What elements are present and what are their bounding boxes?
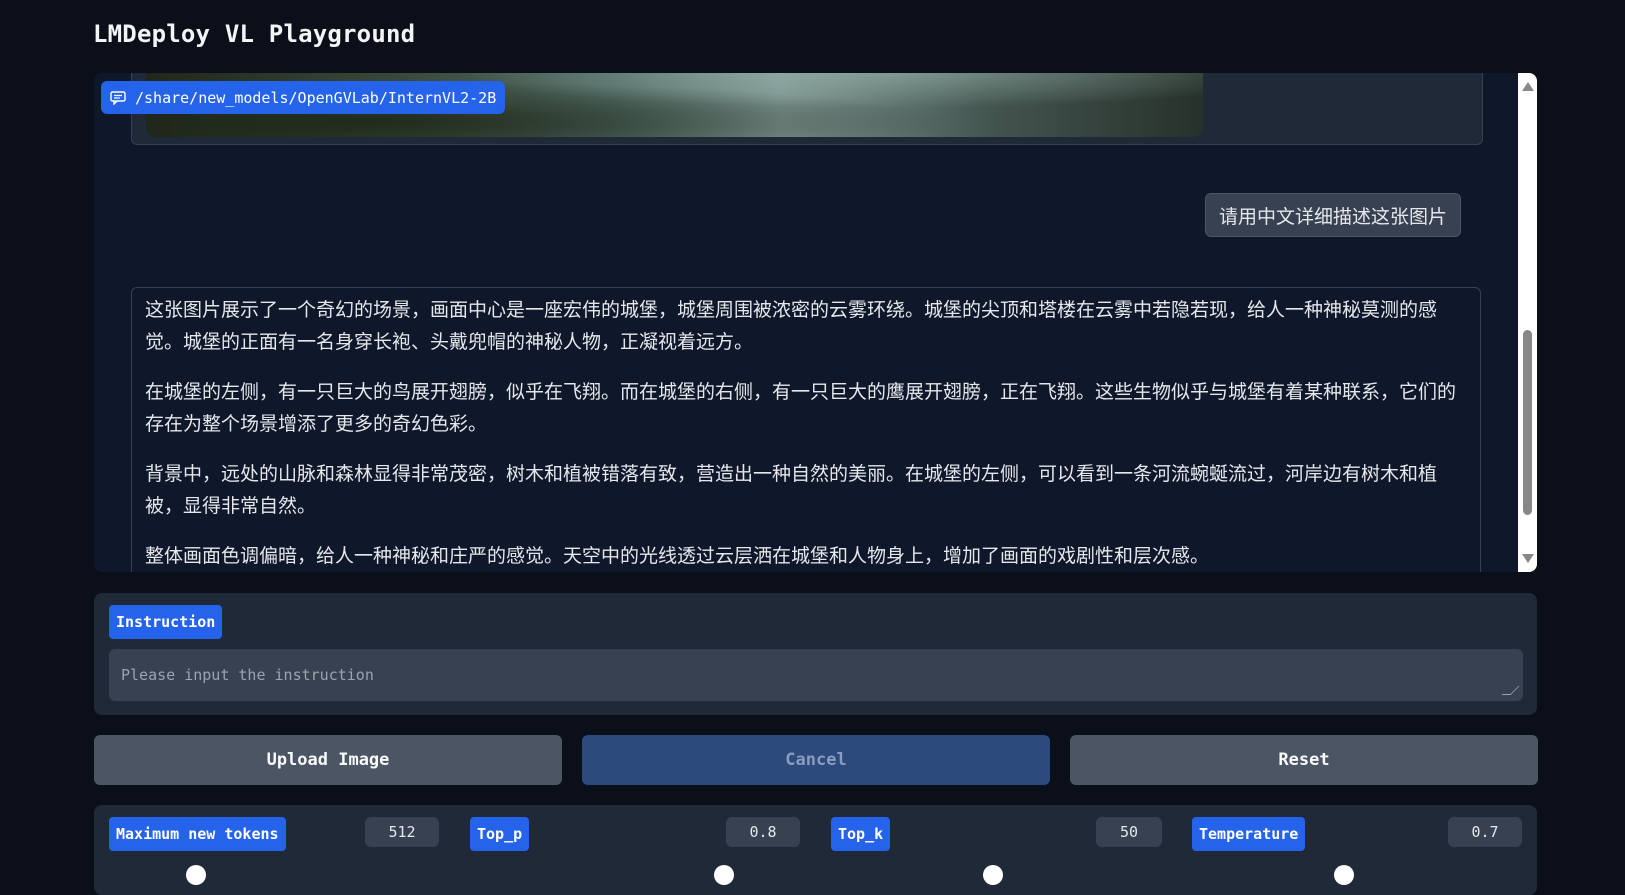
chatbot-panel[interactable]: /share/new_models/OpenGVLab/InternVL2-2B… [94, 73, 1537, 572]
temperature-slider-knob[interactable] [1334, 865, 1354, 885]
max-new-tokens-value[interactable]: 512 [365, 817, 439, 847]
max-new-tokens-slider-knob[interactable] [186, 865, 206, 885]
page-title: LMDeploy VL Playground [93, 20, 416, 48]
top-p-slider-knob[interactable] [714, 865, 734, 885]
reset-button[interactable]: Reset [1070, 735, 1538, 785]
top-p-label: Top_p [470, 817, 530, 851]
model-label-badge: /share/new_models/OpenGVLab/InternVL2-2B [101, 81, 506, 114]
assistant-paragraph: 这张图片展示了一个奇幻的场景，画面中心是一座宏伟的城堡，城堡周围被浓密的云雾环绕… [145, 299, 1438, 353]
chat-scrollbar[interactable] [1518, 73, 1537, 572]
temperature-value[interactable]: 0.7 [1448, 817, 1522, 847]
cancel-button[interactable]: Cancel [582, 735, 1050, 785]
instruction-input[interactable] [109, 649, 1523, 701]
top-k-value[interactable]: 50 [1096, 817, 1162, 847]
temperature-label: Temperature [1192, 817, 1306, 851]
params-panel: Maximum new tokens 512 Top_p 0.8 Top_k 5… [94, 805, 1537, 895]
model-label: /share/new_models/OpenGVLab/InternVL2-2B [135, 88, 497, 107]
instruction-label: Instruction [109, 605, 223, 639]
user-message: 请用中文详细描述这张图片 [1204, 193, 1461, 237]
assistant-paragraph: 背景中，远处的山脉和森林显得非常茂密，树木和植被错落有致，营造出一种自然的美丽。… [145, 463, 1438, 517]
top-k-label: Top_k [831, 817, 891, 851]
chat-bubble-icon [110, 90, 126, 105]
top-k-slider-knob[interactable] [983, 865, 1003, 885]
scrollbar-thumb[interactable] [1523, 330, 1532, 515]
scroll-up-arrow-icon[interactable] [1522, 82, 1534, 91]
scroll-down-arrow-icon[interactable] [1522, 554, 1534, 563]
max-new-tokens-label: Maximum new tokens [109, 817, 286, 851]
top-p-value[interactable]: 0.8 [726, 817, 800, 847]
assistant-message: 这张图片展示了一个奇幻的场景，画面中心是一座宏伟的城堡，城堡周围被浓密的云雾环绕… [131, 287, 1481, 572]
upload-image-button[interactable]: Upload Image [94, 735, 562, 785]
assistant-paragraph: 在城堡的左侧，有一只巨大的鸟展开翅膀，似乎在飞翔。而在城堡的右侧，有一只巨大的鹰… [145, 381, 1457, 435]
instruction-panel: Instruction [94, 593, 1537, 715]
chat-scroll-area[interactable]: /share/new_models/OpenGVLab/InternVL2-2B… [94, 73, 1518, 572]
assistant-paragraph: 整体画面色调偏暗，给人一种神秘和庄严的感觉。天空中的光线透过云层洒在城堡和人物身… [145, 545, 1210, 567]
